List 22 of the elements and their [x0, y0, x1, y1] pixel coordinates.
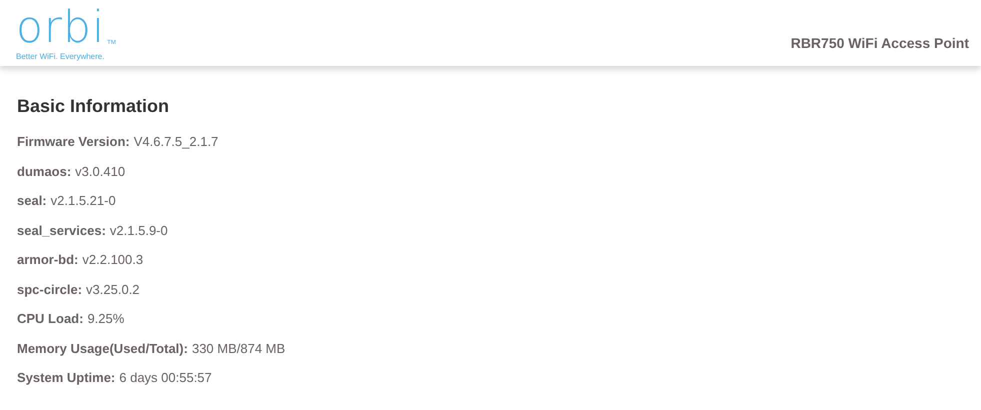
device-title: RBR750 WiFi Access Point: [790, 35, 969, 51]
info-value: v3.0.410: [75, 164, 126, 179]
info-label: armor-bd:: [17, 252, 78, 268]
info-value: v2.1.5.9-0: [110, 222, 168, 238]
info-value: 6 days 00:55:57: [119, 370, 212, 386]
info-label: Memory Usage(Used/Total):: [17, 340, 188, 356]
info-label: dumaos:: [17, 164, 72, 179]
info-label: CPU Load:: [17, 311, 84, 326]
info-value: 330 MB/874 MB: [192, 340, 286, 356]
info-value: v2.2.100.3: [82, 252, 144, 268]
info-label: Firmware Version:: [17, 134, 130, 150]
logo-wordmark: orbi: [16, 8, 106, 48]
info-label: System Uptime:: [17, 370, 116, 386]
info-value: v2.1.5.21-0: [50, 193, 116, 208]
info-label: spc-circle:: [17, 282, 82, 297]
info-label: seal:: [17, 193, 47, 208]
section-title: Basic Information: [17, 96, 170, 117]
info-label: seal_services:: [17, 222, 106, 238]
info-value: 9.25%: [87, 311, 124, 326]
info-value: v3.25.0.2: [86, 282, 140, 297]
logo-tagline: Better WiFi. Everywhere.: [16, 52, 106, 60]
info-value: V4.6.7.5_2.1.7: [134, 134, 218, 150]
